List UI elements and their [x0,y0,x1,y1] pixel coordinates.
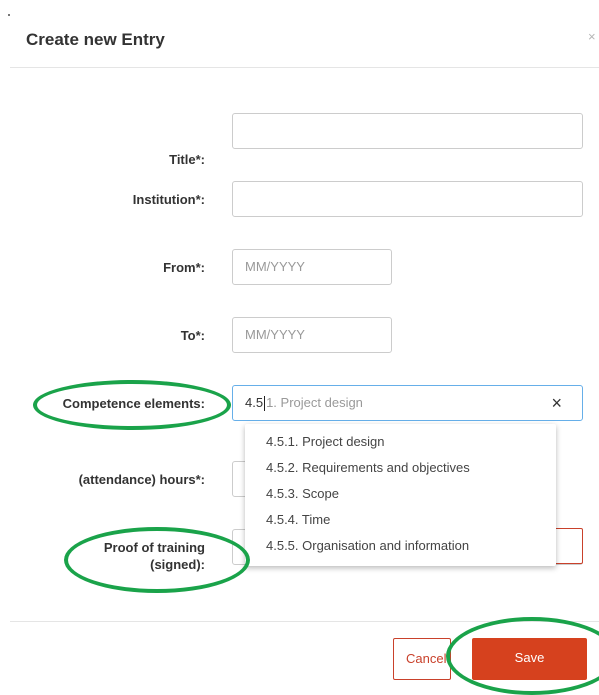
dropdown-option[interactable]: 4.5.4. Time [266,512,330,527]
dropdown-option[interactable]: 4.5.1. Project design [266,434,385,449]
proof-label: Proof of training (signed): [5,539,205,573]
dialog-title: Create new Entry [26,30,165,49]
dropdown-option[interactable]: 4.5.2. Requirements and objectives [266,460,470,475]
title-input[interactable] [232,113,583,149]
competence-typed-text: 4.5 [245,395,264,410]
competence-autocomplete-hint: 1. Project design [266,395,363,410]
institution-input[interactable] [232,181,583,217]
save-button[interactable]: Save [472,638,587,680]
header-divider [10,67,599,68]
to-label: To*: [180,328,205,343]
to-date-input[interactable]: MM/YYYY [232,317,392,353]
cancel-button[interactable]: Cancel [393,638,451,680]
proof-label-line1: Proof of training [103,540,205,555]
text-caret [264,396,266,412]
hours-label: (attendance) hours*: [78,472,205,487]
institution-label: Institution*: [132,192,205,207]
corner-dot [8,14,10,16]
footer-divider [10,621,599,622]
dropdown-option[interactable]: 4.5.5. Organisation and information [266,538,469,553]
clear-icon[interactable]: × [551,386,562,420]
competence-dropdown: 4.5.1. Project design 4.5.2. Requirement… [245,424,556,566]
from-date-input[interactable]: MM/YYYY [232,249,392,285]
title-label: Title*: [169,152,205,167]
close-icon[interactable]: × [588,30,596,43]
competence-input[interactable]: 4.5 1. Project design × [232,385,583,421]
proof-label-line2: (signed): [150,557,205,572]
dropdown-option[interactable]: 4.5.3. Scope [266,486,339,501]
from-label: From*: [163,260,205,275]
competence-label: Competence elements: [62,396,205,411]
